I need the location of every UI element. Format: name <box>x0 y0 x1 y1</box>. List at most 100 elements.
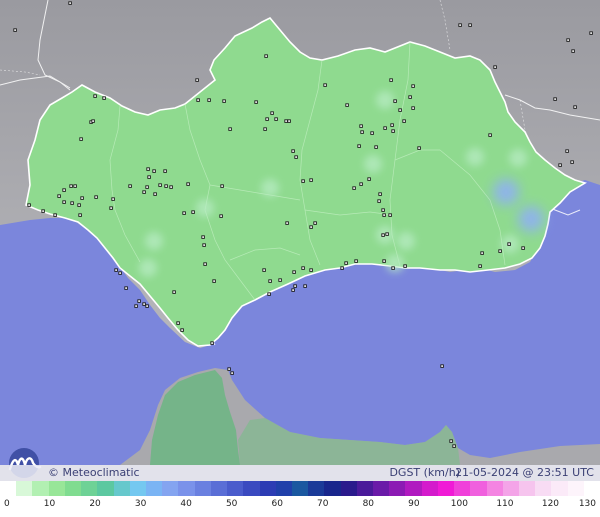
brand-label: © Meteoclimatic <box>48 466 140 479</box>
station-marker <box>359 124 363 128</box>
station-marker <box>493 65 497 69</box>
station-marker <box>78 213 82 217</box>
station-marker <box>180 328 184 332</box>
scale-label: 120 <box>541 499 560 509</box>
station-marker <box>146 167 150 171</box>
scale-swatch <box>32 481 49 496</box>
station-marker <box>291 149 295 153</box>
color-scale-labels: 0 10 20 30 40 50 60 70 80 90 100 110 120 130 <box>0 499 600 513</box>
station-marker <box>402 119 406 123</box>
station-marker <box>449 439 453 443</box>
scale-label: 80 <box>362 499 375 509</box>
station-marker <box>370 131 374 135</box>
light-gust-spot <box>376 226 394 244</box>
station-marker <box>114 268 118 272</box>
station-marker <box>128 184 132 188</box>
station-marker <box>109 206 113 210</box>
station-marker <box>301 179 305 183</box>
station-marker <box>285 221 289 225</box>
station-marker <box>287 119 291 123</box>
station-marker <box>68 1 72 5</box>
station-marker <box>389 78 393 82</box>
station-marker <box>267 292 271 296</box>
scale-swatch <box>486 481 503 496</box>
station-marker <box>145 185 149 189</box>
station-marker <box>202 243 206 247</box>
station-marker <box>41 209 45 213</box>
station-marker <box>191 210 195 214</box>
station-marker <box>391 266 395 270</box>
scale-label: 60 <box>271 499 283 509</box>
station-marker <box>153 192 157 196</box>
station-marker <box>142 190 146 194</box>
station-marker <box>553 97 557 101</box>
station-marker <box>498 249 502 253</box>
scale-swatch <box>502 481 519 496</box>
scale-swatch <box>389 481 406 496</box>
station-marker <box>303 284 307 288</box>
station-marker <box>571 49 575 53</box>
station-marker <box>468 23 472 27</box>
station-marker <box>222 99 226 103</box>
station-marker <box>201 235 205 239</box>
scale-swatch <box>0 481 17 496</box>
light-gust-spot <box>386 254 404 272</box>
scale-swatch <box>48 481 65 496</box>
scale-swatch <box>470 481 487 496</box>
station-marker <box>352 186 356 190</box>
station-marker <box>254 100 258 104</box>
strong-gust-spot <box>493 179 519 205</box>
station-marker <box>262 268 266 272</box>
station-marker <box>323 83 327 87</box>
scale-label: 70 <box>317 499 329 509</box>
scale-label: 40 <box>180 499 192 509</box>
station-marker <box>388 213 392 217</box>
light-gust-spot <box>509 149 527 167</box>
station-marker <box>270 111 274 115</box>
color-scale-bar <box>0 481 600 496</box>
station-marker <box>417 146 421 150</box>
weather-map: © Meteoclimatic DGST (km/h) 21-05-2024 @… <box>0 0 600 517</box>
station-marker <box>228 127 232 131</box>
scale-swatch <box>324 481 341 496</box>
station-marker <box>268 279 272 283</box>
station-marker <box>210 341 214 345</box>
scale-swatch <box>535 481 552 496</box>
station-marker <box>124 286 128 290</box>
station-marker <box>118 271 122 275</box>
station-marker <box>382 213 386 217</box>
station-marker <box>293 284 297 288</box>
station-marker <box>340 266 344 270</box>
scale-swatch <box>275 481 292 496</box>
scale-swatch <box>243 481 260 496</box>
station-marker <box>382 259 386 263</box>
scale-swatch <box>421 481 438 496</box>
station-marker <box>521 246 525 250</box>
light-gust-spot <box>364 155 382 173</box>
light-gust-spot <box>196 199 214 217</box>
scale-swatch <box>437 481 455 496</box>
station-marker <box>172 290 176 294</box>
station-marker <box>391 129 395 133</box>
scale-label: 110 <box>496 499 514 509</box>
station-marker <box>73 184 77 188</box>
scale-label: 130 <box>578 499 596 509</box>
scale-swatch <box>356 481 374 496</box>
station-marker <box>292 270 296 274</box>
station-marker <box>70 201 74 205</box>
station-marker <box>219 214 223 218</box>
scale-swatch <box>210 481 228 496</box>
scale-swatch <box>454 481 471 496</box>
scale-swatch <box>259 481 276 496</box>
station-marker <box>452 444 456 448</box>
scale-swatch <box>145 481 163 496</box>
scale-label: 20 <box>89 499 101 509</box>
station-marker <box>93 94 97 98</box>
scale-swatch <box>113 481 130 496</box>
station-marker <box>573 105 577 109</box>
station-marker <box>147 175 151 179</box>
station-marker <box>195 78 199 82</box>
scale-swatch <box>291 481 309 496</box>
station-marker <box>558 163 562 167</box>
station-marker <box>57 194 61 198</box>
